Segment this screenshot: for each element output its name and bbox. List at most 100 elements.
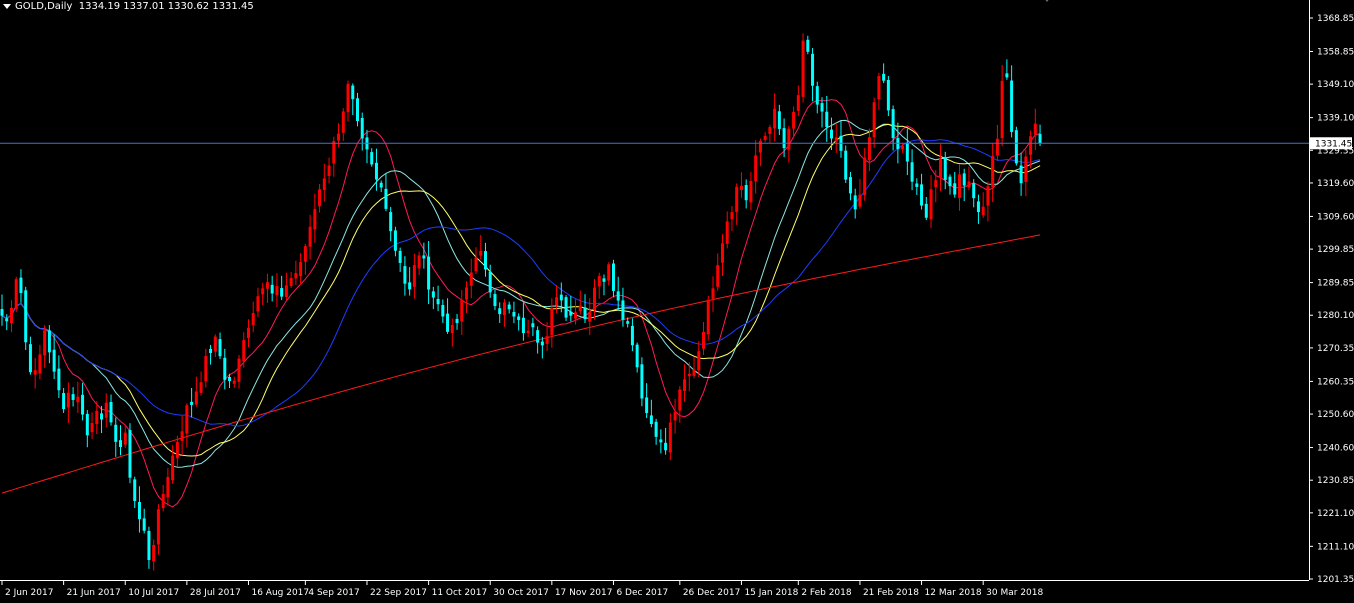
candle — [66, 382, 70, 424]
candle — [5, 314, 9, 331]
candle — [398, 247, 402, 272]
candle — [825, 95, 829, 142]
candle — [939, 144, 943, 192]
y-tick-label: 1319.60 — [1317, 179, 1354, 189]
candle — [844, 145, 848, 184]
candle — [389, 206, 393, 242]
y-tick-label: 1211.10 — [1317, 542, 1354, 552]
candle — [972, 179, 976, 208]
y-tick-label: 1280.10 — [1317, 311, 1354, 321]
candle — [640, 357, 644, 407]
candle — [792, 106, 796, 139]
y-tick-label: 1309.60 — [1317, 212, 1354, 222]
candle — [635, 342, 639, 373]
candle — [265, 273, 269, 303]
candle — [711, 276, 715, 312]
candle — [450, 318, 454, 347]
candle — [318, 183, 322, 213]
x-tick-label: 2 Feb 2018 — [801, 588, 852, 598]
candle — [915, 178, 919, 195]
symbol-timeframe: GOLD,Daily — [15, 1, 73, 12]
candle — [593, 278, 596, 320]
candle — [142, 508, 146, 534]
candle — [853, 188, 857, 219]
candle — [218, 332, 222, 360]
candle — [882, 63, 886, 84]
candle — [649, 399, 653, 428]
candle — [209, 344, 213, 365]
candle — [417, 251, 421, 275]
candle — [886, 76, 890, 117]
candle — [156, 504, 160, 555]
candle — [683, 364, 687, 402]
price-chart[interactable]: 1368.85 1358.85 1349.10 1339.10 1329.35 1319.… — [0, 0, 1354, 603]
candle — [754, 140, 758, 194]
candle — [659, 429, 663, 454]
candle — [213, 334, 217, 358]
x-tick-label: 17 Nov 2017 — [555, 588, 613, 598]
candle — [777, 104, 781, 136]
candle — [706, 295, 710, 341]
candle — [1005, 59, 1009, 80]
candle — [289, 272, 293, 288]
candle — [773, 93, 777, 142]
candle — [512, 301, 516, 324]
x-tick-label: 10 Jul 2017 — [128, 588, 179, 598]
candle — [166, 468, 170, 506]
candle — [393, 226, 397, 257]
candle — [469, 258, 473, 299]
candle — [1010, 65, 1014, 138]
candle — [611, 259, 615, 298]
candle — [834, 122, 838, 154]
axes: 1368.851358.851349.101339.101329.351319.… — [0, 0, 1354, 598]
candle — [242, 332, 246, 368]
candle — [924, 196, 928, 221]
candle — [569, 295, 573, 322]
candle — [199, 371, 203, 396]
x-tick-label: 28 Jul 2017 — [190, 588, 241, 598]
candle — [119, 425, 122, 456]
candle — [716, 253, 720, 291]
y-tick-label: 1250.60 — [1317, 410, 1354, 420]
candle — [52, 334, 56, 380]
candle — [488, 264, 492, 298]
candle — [175, 435, 179, 467]
candle — [104, 393, 108, 428]
y-tick-label: 1339.10 — [1317, 114, 1354, 124]
candle — [1019, 152, 1023, 196]
ma-cyan-line — [1, 119, 1041, 468]
candle — [33, 357, 37, 389]
candle — [540, 336, 544, 359]
candle — [943, 151, 947, 190]
current-price-label: 1331.45 — [1315, 139, 1352, 149]
ma-slow-line — [1, 234, 1041, 494]
candle — [256, 287, 260, 317]
ohlc-values: 1334.19 1337.01 1330.62 1331.45 — [78, 1, 254, 12]
candle — [564, 295, 568, 321]
candle — [346, 80, 350, 122]
y-tick-label: 1260.35 — [1317, 377, 1354, 387]
candle — [645, 383, 649, 419]
candle — [270, 275, 274, 302]
candle — [455, 313, 459, 330]
x-tick-label: 22 Sep 2017 — [370, 588, 427, 598]
ma-yellow-line — [1, 123, 1041, 457]
candle — [384, 172, 388, 212]
candle — [782, 118, 786, 158]
candle — [261, 282, 265, 306]
x-tick-label: 11 Oct 2017 — [432, 588, 488, 598]
candle — [185, 403, 189, 448]
candle — [678, 386, 682, 423]
triangle-down-icon[interactable] — [3, 3, 11, 9]
candle — [796, 85, 800, 117]
candle — [460, 290, 464, 336]
candle — [370, 148, 374, 167]
candle — [863, 148, 867, 201]
candle — [0, 294, 4, 326]
candle — [431, 286, 435, 310]
candle — [246, 319, 250, 348]
candle — [920, 173, 924, 210]
candle — [493, 289, 497, 311]
candle — [85, 410, 89, 448]
y-tick-label: 1240.60 — [1317, 444, 1354, 454]
